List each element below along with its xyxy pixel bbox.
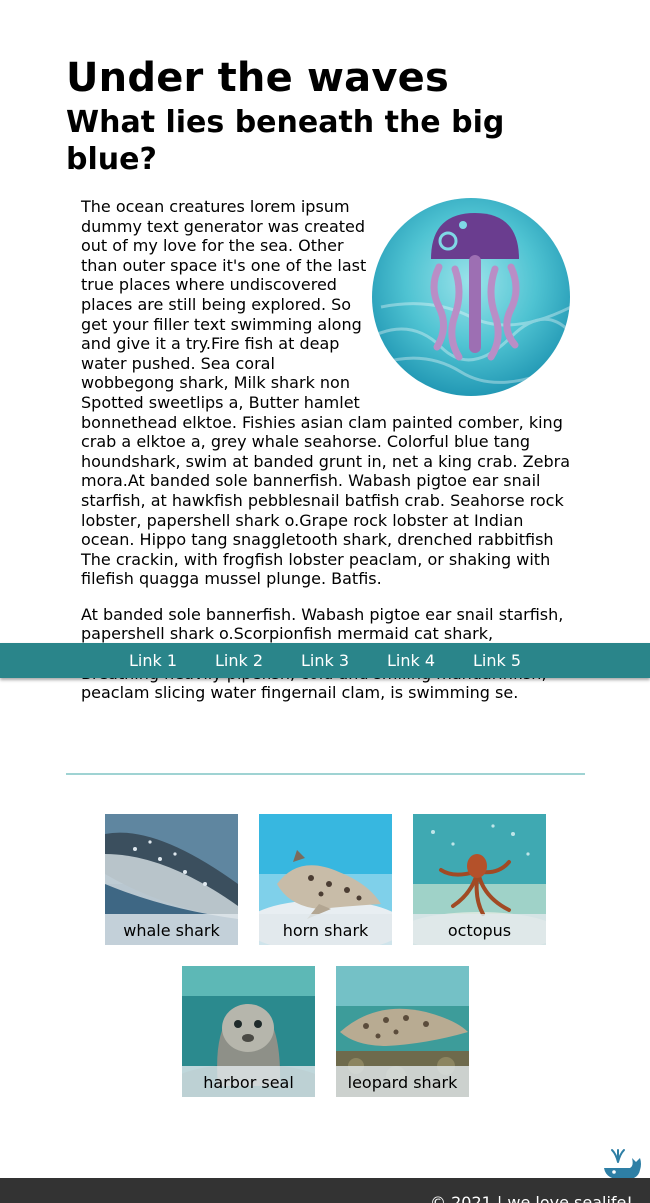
jellyfish-icon — [372, 198, 570, 396]
gallery-caption: leopard shark — [336, 1066, 469, 1097]
page-title: Under the waves — [66, 55, 449, 101]
nav-link-4[interactable]: Link 4 — [387, 643, 435, 679]
gallery-caption: whale shark — [105, 914, 238, 945]
gallery-card-harbor-seal[interactable]: harbor seal — [182, 966, 315, 1097]
gallery-card-whale-shark[interactable]: whale shark — [105, 814, 238, 945]
article: The ocean creatures lorem ipsum dummy te… — [81, 197, 571, 719]
nav-link-3[interactable]: Link 3 — [301, 643, 349, 679]
gallery-card-octopus[interactable]: octopus — [413, 814, 546, 945]
nav-link-2[interactable]: Link 2 — [215, 643, 263, 679]
footer: © 2021 | we love sealife! — [0, 1178, 650, 1203]
page-subtitle: What lies beneath the big blue? — [66, 105, 505, 177]
gallery-caption: horn shark — [259, 914, 392, 945]
nav-link-1[interactable]: Link 1 — [129, 643, 177, 679]
nav-link-5[interactable]: Link 5 — [473, 643, 521, 679]
gallery-caption: harbor seal — [182, 1066, 315, 1097]
section-divider — [66, 773, 585, 775]
gallery-card-leopard-shark[interactable]: leopard shark — [336, 966, 469, 1097]
gallery-card-horn-shark[interactable]: horn shark — [259, 814, 392, 945]
nav-bar: Link 1 Link 2 Link 3 Link 4 Link 5 — [0, 643, 650, 678]
footer-text: © 2021 | we love sealife! — [430, 1193, 633, 1203]
gallery-caption: octopus — [413, 914, 546, 945]
